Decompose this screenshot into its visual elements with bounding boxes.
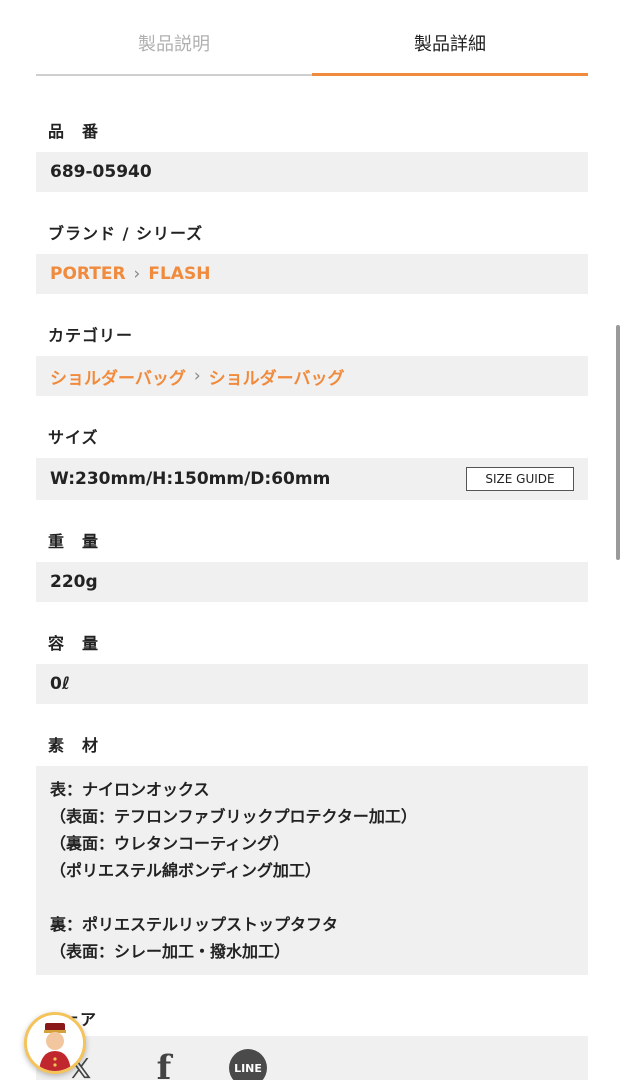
breadcrumb-separator: › [193,366,201,386]
size-section: サイズ W:230mm/H:150mm/D:60mm SIZE GUIDE [36,428,588,500]
concierge-figure-icon [27,1015,83,1071]
category-box: ショルダーバッグ › ショルダーバッグ [36,356,588,396]
brand-section: ブランド / シリーズ PORTER › FLASH [36,224,588,294]
material-line-blank [50,884,574,911]
size-value: W:230mm/H:150mm/D:60mm [50,469,331,489]
weight-label: 重 量 [48,532,100,551]
line-share-button[interactable]: LINE [228,1048,268,1080]
category-parent-link[interactable]: ショルダーバッグ [50,364,186,389]
share-icons: 𝕏 f LINE [60,1048,268,1080]
material-line: （裏面：ウレタンコーティング） [50,834,290,853]
brand-box: PORTER › FLASH [36,254,588,294]
concierge-avatar-icon[interactable] [24,1012,86,1074]
product-tabs: 製品説明 製品詳細 [36,0,588,78]
material-section: 素 材 表：ナイロンオックス （表面：テフロンファブリックプロテクター加工） （… [36,736,588,975]
capacity-box: 0ℓ [36,664,588,704]
material-line: （ポリエステル綿ボンディング加工） [50,861,321,880]
capacity-section: 容 量 0ℓ [36,634,588,704]
breadcrumb-separator: › [133,264,141,284]
category-child-link[interactable]: ショルダーバッグ [209,364,345,389]
size-label: サイズ [48,428,99,447]
capacity-value: 0ℓ [50,674,70,694]
line-icon: LINE [229,1049,267,1080]
series-link[interactable]: FLASH [148,264,210,284]
material-box: 表：ナイロンオックス （表面：テフロンファブリックプロテクター加工） （裏面：ウ… [36,766,588,975]
size-guide-button[interactable]: SIZE GUIDE [466,467,574,491]
brand-link[interactable]: PORTER [50,264,126,284]
tab-product-details[interactable]: 製品詳細 [312,0,588,76]
material-line: （表面：シレー加工・撥水加工） [50,942,291,961]
category-section: カテゴリー ショルダーバッグ › ショルダーバッグ [36,326,588,396]
brand-label: ブランド / シリーズ [48,224,204,243]
category-label: カテゴリー [48,326,134,345]
weight-value: 220g [50,572,98,592]
weight-section: 重 量 220g [36,532,588,602]
size-box: W:230mm/H:150mm/D:60mm SIZE GUIDE [36,458,588,500]
scrollbar[interactable] [616,325,620,560]
tab-product-description[interactable]: 製品説明 [36,0,312,76]
part-number-section: 品 番 689-05940 [36,122,588,192]
capacity-label: 容 量 [48,634,100,653]
material-line: 裏：ポリエステルリップストップタフタ [50,915,339,934]
part-number-box: 689-05940 [36,152,588,192]
part-number-value: 689-05940 [50,162,152,182]
weight-box: 220g [36,562,588,602]
facebook-icon[interactable]: f [144,1048,184,1080]
material-line: 表：ナイロンオックス [50,780,210,799]
material-label: 素 材 [48,736,100,755]
part-number-label: 品 番 [48,122,100,141]
material-line: （表面：テフロンファブリックプロテクター加工） [50,807,417,826]
